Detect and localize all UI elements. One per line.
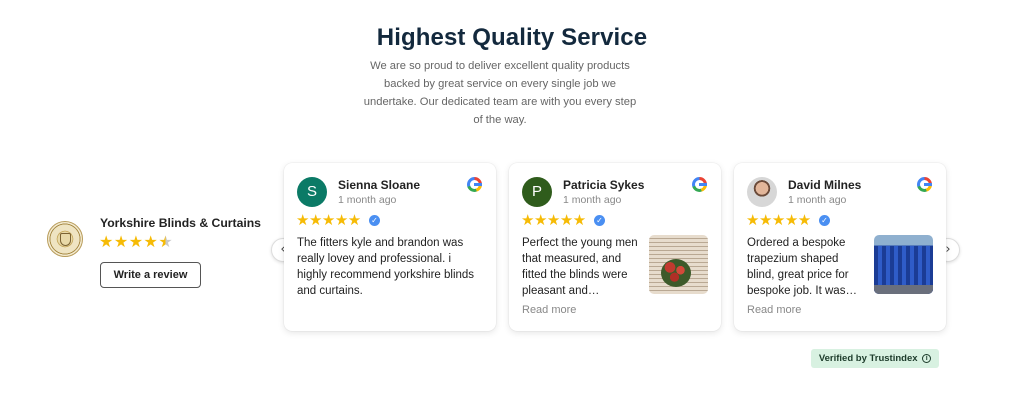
- google-icon: [692, 177, 707, 192]
- review-card: S Sienna Sloane 1 month ago ★★★★★ ✓ The …: [284, 163, 496, 331]
- avatar-photo: [747, 177, 777, 207]
- review-stars: ★★★★★: [521, 211, 586, 229]
- reviewer-name: Patricia Sykes: [563, 178, 645, 192]
- floor-photo-detail: [874, 285, 933, 294]
- trustindex-verified-badge[interactable]: Verified by Trustindex i: [811, 349, 939, 368]
- verified-check-icon: ✓: [369, 215, 380, 226]
- review-time: 1 month ago: [338, 194, 397, 206]
- reviewer-name: David Milnes: [788, 178, 862, 192]
- review-photo-thumbnail[interactable]: [874, 235, 933, 294]
- section-title: Highest Quality Service: [376, 24, 648, 51]
- full-stars: ★★★★: [99, 232, 159, 251]
- business-name: Yorkshire Blinds & Curtains: [100, 216, 261, 230]
- info-icon: i: [922, 353, 932, 363]
- flowers-photo-detail: [661, 259, 691, 287]
- business-rating-stars: ★★★★★: [99, 232, 173, 251]
- read-more-link[interactable]: Read more: [522, 304, 576, 316]
- read-more-link[interactable]: Read more: [747, 304, 801, 316]
- reviewer-name: Sienna Sloane: [338, 178, 421, 192]
- half-star-icon: ★: [158, 232, 174, 251]
- trust-badge-label: Verified by Trustindex: [818, 353, 918, 364]
- crest-icon: [60, 233, 71, 246]
- review-photo-thumbnail[interactable]: [649, 235, 708, 294]
- avatar: P: [522, 177, 552, 207]
- business-logo: [47, 221, 83, 257]
- verified-check-icon: ✓: [819, 215, 830, 226]
- google-icon: [917, 177, 932, 192]
- review-time: 1 month ago: [563, 194, 622, 206]
- verified-check-icon: ✓: [594, 215, 605, 226]
- write-review-button[interactable]: Write a review: [100, 262, 201, 288]
- review-text: Perfect the young men that measured, and…: [522, 237, 638, 297]
- review-card: P Patricia Sykes 1 month ago ★★★★★ ✓ Per…: [509, 163, 721, 331]
- google-icon: [467, 177, 482, 192]
- review-card: David Milnes 1 month ago ★★★★★ ✓ Ordered…: [734, 163, 946, 331]
- review-text: Ordered a bespoke trapezium shaped blind…: [747, 237, 857, 297]
- review-time: 1 month ago: [788, 194, 847, 206]
- review-stars: ★★★★★: [746, 211, 811, 229]
- avatar: S: [297, 177, 327, 207]
- review-text: The fitters kyle and brandon was really …: [297, 237, 475, 297]
- review-stars: ★★★★★: [296, 211, 361, 229]
- section-intro: We are so proud to deliver excellent qua…: [363, 60, 637, 126]
